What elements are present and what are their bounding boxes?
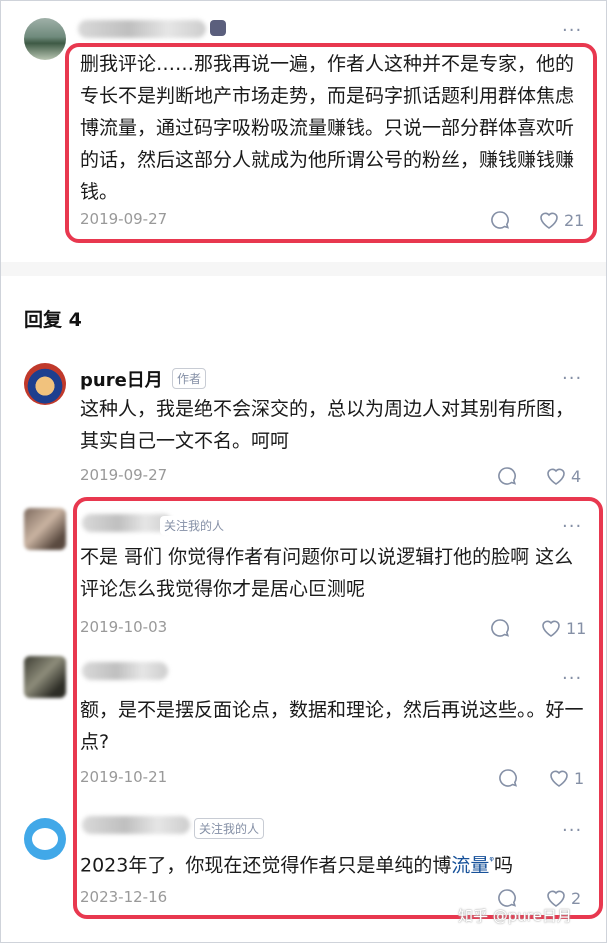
reply-text-start: 2023年了，你现在还觉得作者只是单纯的博 [80,854,452,877]
heart-icon [540,212,558,229]
comment-date: 2019-09-27 [80,210,168,228]
reply-date: 2019-10-03 [80,618,168,636]
replier-name-blurred[interactable] [82,662,168,680]
like-button[interactable]: 11 [540,618,586,638]
replier-avatar[interactable] [24,818,66,860]
mascot-icon [32,828,58,850]
author-tag: 作者 [172,368,207,389]
reply-text: 额，是不是摆反面论点，数据和理论，然后再说这些。。好一点? [80,699,584,753]
heart-icon [547,468,565,485]
comment-icon [499,769,518,787]
more-options-button[interactable]: ··· [562,22,582,40]
author-name[interactable]: pure日月 [80,366,163,392]
more-options-button[interactable]: ··· [562,518,582,536]
reply-date: 2019-09-27 [80,466,168,484]
commenter-name-blurred[interactable] [78,20,206,38]
like-count: 4 [571,466,582,486]
reply-text-end: 吗 [493,854,513,877]
commenter-avatar[interactable] [24,18,66,60]
reply-button[interactable] [497,466,521,486]
comment-icon [491,211,510,229]
reply-button[interactable] [498,768,522,788]
comment-text: 删我评论……那我再说一遍，作者人这种并不是专家，他的专长不是判断地产市场走势，而… [80,53,575,203]
replier-name-blurred[interactable] [82,816,190,834]
like-count: 1 [574,768,585,788]
like-count: 2 [571,888,582,908]
section-divider [1,262,606,276]
author-avatar[interactable] [24,363,66,405]
more-options-button[interactable]: ··· [562,822,582,840]
heart-icon [542,620,560,637]
more-options-button[interactable]: ··· [562,370,582,388]
follower-tag: 关注我的人 [194,818,265,839]
replies-header: 回复 4 [24,309,82,331]
like-button[interactable]: 21 [538,210,584,230]
reply-date: 2019-10-21 [80,768,168,786]
reply-button[interactable] [490,618,514,638]
heart-icon [550,770,568,787]
like-count: 21 [564,210,585,230]
more-options-button[interactable]: ··· [562,670,582,688]
like-button[interactable]: 4 [545,466,581,486]
reply-date: 2023-12-16 [80,888,168,906]
replier-avatar[interactable] [24,508,66,550]
replier-name-blurred[interactable] [82,514,172,532]
comment-icon [491,619,510,637]
like-button[interactable]: 1 [548,768,584,788]
reply-button[interactable] [490,210,514,230]
follower-tag: 关注我的人 [160,516,229,535]
comment-icon [498,467,517,485]
reply-text: 2023年了，你现在还觉得作者只是单纯的博流量ᵠ吗 [80,845,585,881]
replier-avatar[interactable] [24,656,66,698]
search-link-traffic[interactable]: 流量 [451,854,489,876]
like-count: 11 [566,618,587,638]
reply-text: 不是 哥们 你觉得作者有问题你可以说逻辑打他的脸啊 这么评论怎么我觉得你才是居心… [80,546,574,600]
reply-text: 这种人，我是绝不会深交的，总以为周边人对其别有所图，其实自己一文不名。呵呵 [80,398,575,452]
watermark: 知乎 @pure日月 [458,907,572,925]
badge-icon [210,20,226,36]
